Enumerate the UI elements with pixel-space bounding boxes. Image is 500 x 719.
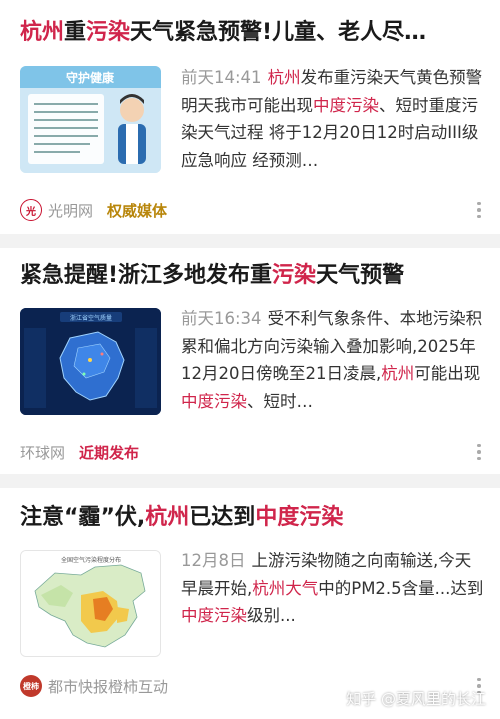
guangming-logo-icon: 光 xyxy=(20,199,42,221)
article-thumbnail[interactable]: 全国空气污染程度分布 xyxy=(20,550,161,657)
source-name[interactable]: 环球网 xyxy=(20,442,65,463)
article-title[interactable]: 杭州重污染天气紧急预警!儿童、老人尽… xyxy=(20,18,484,48)
source-name[interactable]: 都市快报橙柿互动 xyxy=(48,676,168,697)
title-text: 天气紧急预警!儿童、老人尽… xyxy=(130,20,427,45)
title-highlight: 污染 xyxy=(86,20,131,45)
zhihu-watermark: 知乎 @夏风里的长江 xyxy=(346,690,486,708)
snippet-text: 可能出现 xyxy=(414,364,481,383)
title-highlight: 杭州 xyxy=(20,20,65,45)
source-tag: 权威媒体 xyxy=(107,201,168,220)
publish-time: 前天14:41 xyxy=(181,68,262,87)
thumb-heading: 守护健康 xyxy=(66,70,115,85)
title-highlight: 中度污染 xyxy=(255,505,344,530)
article-thumbnail[interactable]: 守护健康 xyxy=(20,66,161,173)
title-text: 注意“霾”伏, xyxy=(20,505,146,530)
snippet-text: 级别... xyxy=(247,606,296,625)
article-meta: 光 光明网 权威媒体 xyxy=(20,198,484,222)
publish-time: 12月8日 xyxy=(181,551,246,570)
more-options-icon[interactable] xyxy=(472,198,486,222)
source-tag: 近期发布 xyxy=(79,443,140,462)
title-text: 已达到 xyxy=(189,505,256,530)
title-text: 紧急提醒!浙江多地发布重 xyxy=(20,263,273,288)
title-text: 重 xyxy=(64,20,87,45)
snippet-highlight: 杭州 xyxy=(381,364,415,383)
article-snippet[interactable]: 前天16:34 受不利气象条件、本地污染积累和偏北方向污染输入叠加影响,2025年… xyxy=(181,305,486,415)
title-text: 天气预警 xyxy=(316,263,405,288)
article-thumbnail[interactable]: 浙江省空气质量 xyxy=(20,308,161,415)
news-card-2[interactable]: 紧急提醒!浙江多地发布重污染天气预警 浙江省空气质量 前天16:34 受不利气象条… xyxy=(0,248,500,474)
article-snippet[interactable]: 12月8日 上游污染物随之向南输送,今天早晨开始,杭州大气中的PM2.5含量...… xyxy=(181,547,486,630)
snippet-text: 中的PM2.5含量...达到 xyxy=(318,578,484,598)
article-meta: 环球网 近期发布 xyxy=(20,440,484,464)
title-highlight: 污染 xyxy=(272,263,317,288)
source-name[interactable]: 光明网 xyxy=(48,200,93,221)
news-card-1[interactable]: 杭州重污染天气紧急预警!儿童、老人尽… 守护健康 前天14:41 杭州发布重污染天… xyxy=(0,0,500,234)
snippet-text: 、短时… xyxy=(247,391,313,411)
article-snippet[interactable]: 前天14:41 杭州发布重污染天气黄色预警 明天我市可能出现中度污染、短时重度污染… xyxy=(181,64,486,174)
news-card-3[interactable]: 注意“霾”伏,杭州已达到中度污染 全国空气污染程度分布 12月8日 上游污染物随之… xyxy=(0,488,500,719)
thumb-heading: 浙江省空气质量 xyxy=(70,314,112,322)
snippet-highlight: 杭州大气 xyxy=(252,578,319,598)
thumb-heading: 全国空气污染程度分布 xyxy=(61,556,121,564)
snippet-highlight: 中度污染 xyxy=(313,95,379,115)
article-title[interactable]: 注意“霾”伏,杭州已达到中度污染 xyxy=(20,503,484,533)
chengshi-logo-icon: 橙柿 xyxy=(20,675,42,697)
title-highlight: 杭州 xyxy=(145,505,190,530)
article-title[interactable]: 紧急提醒!浙江多地发布重污染天气预警 xyxy=(20,261,484,291)
snippet-highlight: 杭州 xyxy=(267,68,301,87)
more-options-icon[interactable] xyxy=(472,440,486,464)
snippet-highlight: 中度污染 xyxy=(181,606,247,625)
snippet-highlight: 中度污染 xyxy=(181,391,247,411)
publish-time: 前天16:34 xyxy=(181,309,262,328)
